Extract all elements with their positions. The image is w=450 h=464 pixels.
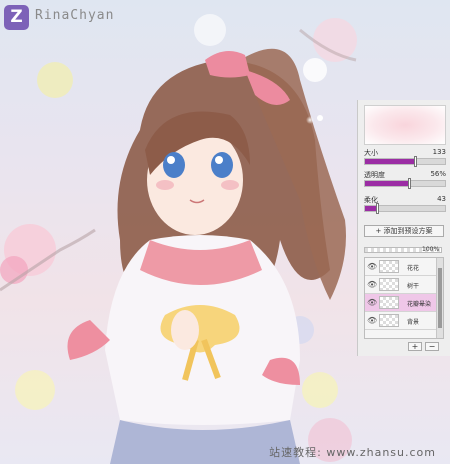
- layer-name: 花花: [407, 265, 420, 272]
- layer-thumbnail: [379, 314, 399, 327]
- eye-icon[interactable]: 👁: [367, 262, 377, 271]
- slider-value: 56%: [430, 170, 446, 178]
- layer-row[interactable]: 👁 背景: [365, 312, 437, 330]
- size-slider[interactable]: [364, 156, 446, 167]
- site-credit: 站速教程: www.zhansu.com: [269, 446, 436, 459]
- scrollbar-thumb[interactable]: [438, 268, 442, 328]
- author-watermark: RinaChyan: [35, 8, 115, 23]
- layer-name: 树干: [407, 283, 420, 290]
- brush-preview: [364, 105, 446, 145]
- size-slider-row: 大小 133: [364, 148, 446, 170]
- add-layer-button[interactable]: +: [408, 342, 422, 351]
- eye-icon[interactable]: 👁: [367, 298, 377, 307]
- layer-row[interactable]: 👁 花瓣晕染: [365, 294, 437, 312]
- layer-thumbnail: [379, 278, 399, 291]
- opacity-slider[interactable]: [364, 178, 446, 189]
- slider-thumb[interactable]: [407, 178, 411, 189]
- layer-row[interactable]: 👁 花花: [365, 258, 437, 276]
- eye-icon[interactable]: 👁: [367, 280, 377, 289]
- layer-opacity-value: 100%: [422, 246, 440, 253]
- add-preset-button[interactable]: + 添加到预设方案: [364, 225, 444, 237]
- slider-thumb[interactable]: [414, 156, 418, 167]
- logo-icon: Z: [4, 5, 29, 30]
- plus-icon: +: [375, 227, 382, 235]
- layer-thumbnail: [379, 260, 399, 273]
- opacity-slider-row: 透明度 56%: [364, 170, 446, 192]
- layers-list: 👁 花花 👁 树干 👁 花瓣晕染 👁 背景: [364, 257, 444, 339]
- softness-slider[interactable]: [364, 203, 446, 214]
- slider-value: 43: [437, 195, 446, 203]
- slider-thumb[interactable]: [375, 203, 379, 214]
- layer-thumbnail: [379, 296, 399, 309]
- slider-fill: [365, 181, 410, 186]
- slider-label: 大小: [364, 149, 378, 157]
- layer-row[interactable]: 👁 树干: [365, 276, 437, 294]
- softness-slider-row: 柔化 43: [364, 195, 446, 217]
- slider-value: 133: [432, 148, 446, 156]
- add-preset-label: 添加到预设方案: [383, 227, 433, 235]
- slider-label: 透明度: [364, 171, 385, 179]
- layer-name: 背景: [407, 319, 420, 326]
- slider-fill: [365, 159, 417, 164]
- layer-name: 花瓣晕染: [407, 301, 432, 308]
- brush-panel: 大小 133 透明度 56% 柔化 43 + 添加到预设方案 100% 👁 花花: [357, 100, 450, 356]
- remove-layer-button[interactable]: −: [425, 342, 439, 351]
- layers-scrollbar[interactable]: [436, 258, 443, 338]
- eye-icon[interactable]: 👁: [367, 316, 377, 325]
